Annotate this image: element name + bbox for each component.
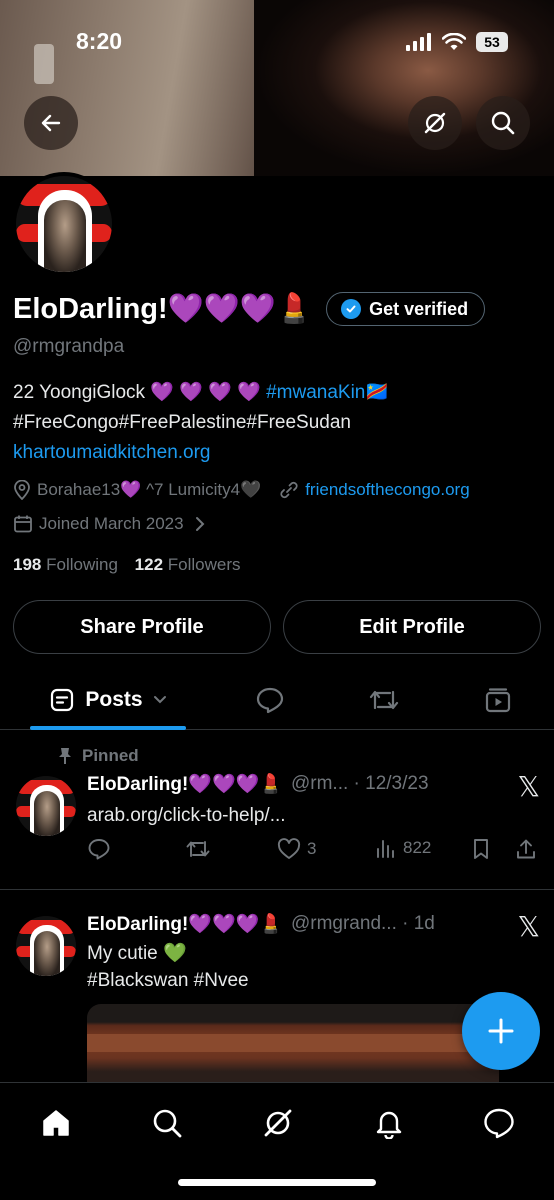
search-button[interactable] — [476, 96, 530, 150]
heart-icon — [277, 838, 301, 859]
link-icon — [280, 481, 298, 499]
like-button[interactable]: 3 — [277, 838, 316, 860]
search-icon — [491, 111, 515, 135]
tab-replies[interactable] — [250, 672, 290, 728]
x-logo-icon: 𝕏 — [517, 910, 540, 943]
tweet-actions: 3 822 — [87, 838, 547, 866]
search-icon — [153, 1109, 182, 1138]
chevron-right-icon — [195, 517, 205, 531]
followers-link[interactable]: 122 Followers — [135, 555, 241, 574]
bookmark-icon — [474, 839, 488, 859]
tweet-header: EloDarling!💜💜💜💄 @rm... · 12/3/23 — [87, 772, 429, 796]
tab-posts-label: Posts — [85, 688, 143, 711]
profile-avatar[interactable] — [12, 172, 116, 276]
status-bar: 8:20 53 — [0, 0, 554, 80]
profile-meta-row: Borahae13💜 ^7 Lumicity4🖤 friendsofthecon… — [13, 480, 470, 500]
view-count: 822 — [403, 838, 432, 857]
edit-profile-button[interactable]: Edit Profile — [283, 600, 541, 654]
views-button[interactable]: 822 — [375, 838, 431, 858]
tab-media[interactable] — [478, 672, 518, 728]
battery-indicator: 53 — [476, 32, 508, 52]
tweet-link[interactable]: arab.org/click-to-help/... — [87, 802, 286, 829]
profile-joined-row[interactable]: Joined March 2023 — [13, 514, 206, 534]
following-link[interactable]: 198 Following — [13, 555, 118, 574]
profile-tabs: Posts — [0, 672, 554, 730]
pinned-label: Pinned — [82, 746, 139, 765]
x-logo-icon: 𝕏 — [517, 770, 540, 803]
pin-icon — [59, 748, 71, 764]
reply-icon — [88, 839, 110, 860]
profile-name-row: EloDarling!💜💜💜💄 Get verified — [13, 292, 486, 326]
tweet-handle-date: @rm... · 12/3/23 — [290, 773, 429, 794]
tweet-author-name[interactable]: EloDarling!💜💜💜💄 — [87, 772, 283, 796]
arrow-left-icon — [41, 114, 61, 132]
profile-location: Borahae13💜 ^7 Lumicity4🖤 — [37, 480, 262, 499]
following-label: Following — [46, 555, 118, 574]
profile-joined-date: Joined March 2023 — [39, 514, 184, 533]
grok-icon — [264, 1109, 292, 1137]
nav-notifications[interactable] — [369, 1103, 409, 1143]
tweet-avatar[interactable] — [16, 776, 76, 836]
pinned-indicator: Pinned — [58, 746, 139, 766]
tweet-avatar[interactable] — [16, 916, 76, 976]
tab-highlights[interactable] — [364, 672, 404, 728]
followers-label: Followers — [167, 555, 241, 574]
wifi-icon — [442, 33, 466, 50]
bio-website-link[interactable]: khartoumaidkitchen.org — [13, 438, 543, 468]
repost-button[interactable] — [185, 838, 211, 860]
message-bubble-icon — [484, 1108, 514, 1139]
reply-bubble-icon — [256, 687, 284, 714]
posts-icon — [51, 688, 74, 712]
nav-grok[interactable] — [258, 1103, 298, 1143]
home-icon — [43, 1110, 69, 1136]
verified-badge-icon — [341, 299, 362, 319]
nav-home[interactable] — [36, 1103, 76, 1143]
hashtag-mwanakin-link[interactable]: #mwanaKin🇨🇩 — [266, 382, 389, 403]
tweet-author-name[interactable]: EloDarling!💜💜💜💄 — [87, 912, 283, 936]
share-profile-button[interactable]: Share Profile — [13, 600, 271, 654]
share-button[interactable] — [515, 838, 537, 860]
compose-post-button[interactable] — [462, 992, 540, 1070]
bio-line-1: 22 YoongiGlock 💜 💜 💜 💜 — [13, 382, 267, 403]
tweet-handle-date: @rmgrand... · 1d — [290, 913, 435, 934]
like-count: 3 — [307, 839, 317, 858]
chevron-down-icon — [153, 696, 166, 704]
views-icon — [377, 840, 394, 858]
profile-bio: 22 YoongiGlock 💜 💜 💜 💜 #mwanaKin🇨🇩 #Free… — [13, 378, 543, 468]
media-icon — [485, 688, 511, 713]
profile-website-link[interactable]: friendsofthecongo.org — [305, 480, 469, 500]
location-pin-icon — [14, 480, 30, 500]
display-name: EloDarling!💜💜💜💄 — [13, 293, 313, 325]
bio-line-2: #FreeCongo#FreePalestine#FreeSudan — [13, 412, 351, 433]
repost-icon — [186, 841, 210, 857]
back-button[interactable] — [24, 96, 78, 150]
share-icon — [517, 839, 535, 859]
tweet-pinned[interactable]: Pinned EloDarling!💜💜💜💄 @rm... · 12/3/23 … — [0, 730, 554, 890]
reply-button[interactable] — [87, 838, 111, 860]
signal-icon — [406, 33, 431, 51]
bookmark-button[interactable] — [471, 838, 491, 860]
tweet-hashtags[interactable]: #Blackswan #Nvee — [87, 967, 249, 994]
tab-posts[interactable]: Posts — [30, 672, 186, 728]
tweet-media-image[interactable] — [87, 1004, 499, 1094]
calendar-icon — [14, 515, 32, 533]
bell-icon — [376, 1111, 402, 1139]
profile-handle: @rmgrandpa — [13, 336, 125, 357]
nav-messages[interactable] — [479, 1103, 519, 1143]
follow-stats: 198 Following 122 Followers — [13, 555, 241, 575]
tweet-text: My cutie 💚 — [87, 943, 187, 964]
status-icons: 53 — [406, 32, 508, 52]
grok-button[interactable] — [408, 96, 462, 150]
followers-count: 122 — [134, 555, 164, 574]
retweet-icon — [369, 690, 399, 710]
plus-icon — [488, 1018, 514, 1044]
get-verified-button[interactable]: Get verified — [326, 292, 486, 326]
status-time: 8:20 — [76, 28, 123, 54]
following-count: 198 — [13, 555, 42, 574]
get-verified-label: Get verified — [369, 298, 469, 319]
tweet-header: EloDarling!💜💜💜💄 @rmgrand... · 1d — [87, 912, 435, 936]
grok-icon — [424, 112, 446, 134]
home-indicator — [178, 1179, 376, 1186]
nav-search[interactable] — [147, 1103, 187, 1143]
